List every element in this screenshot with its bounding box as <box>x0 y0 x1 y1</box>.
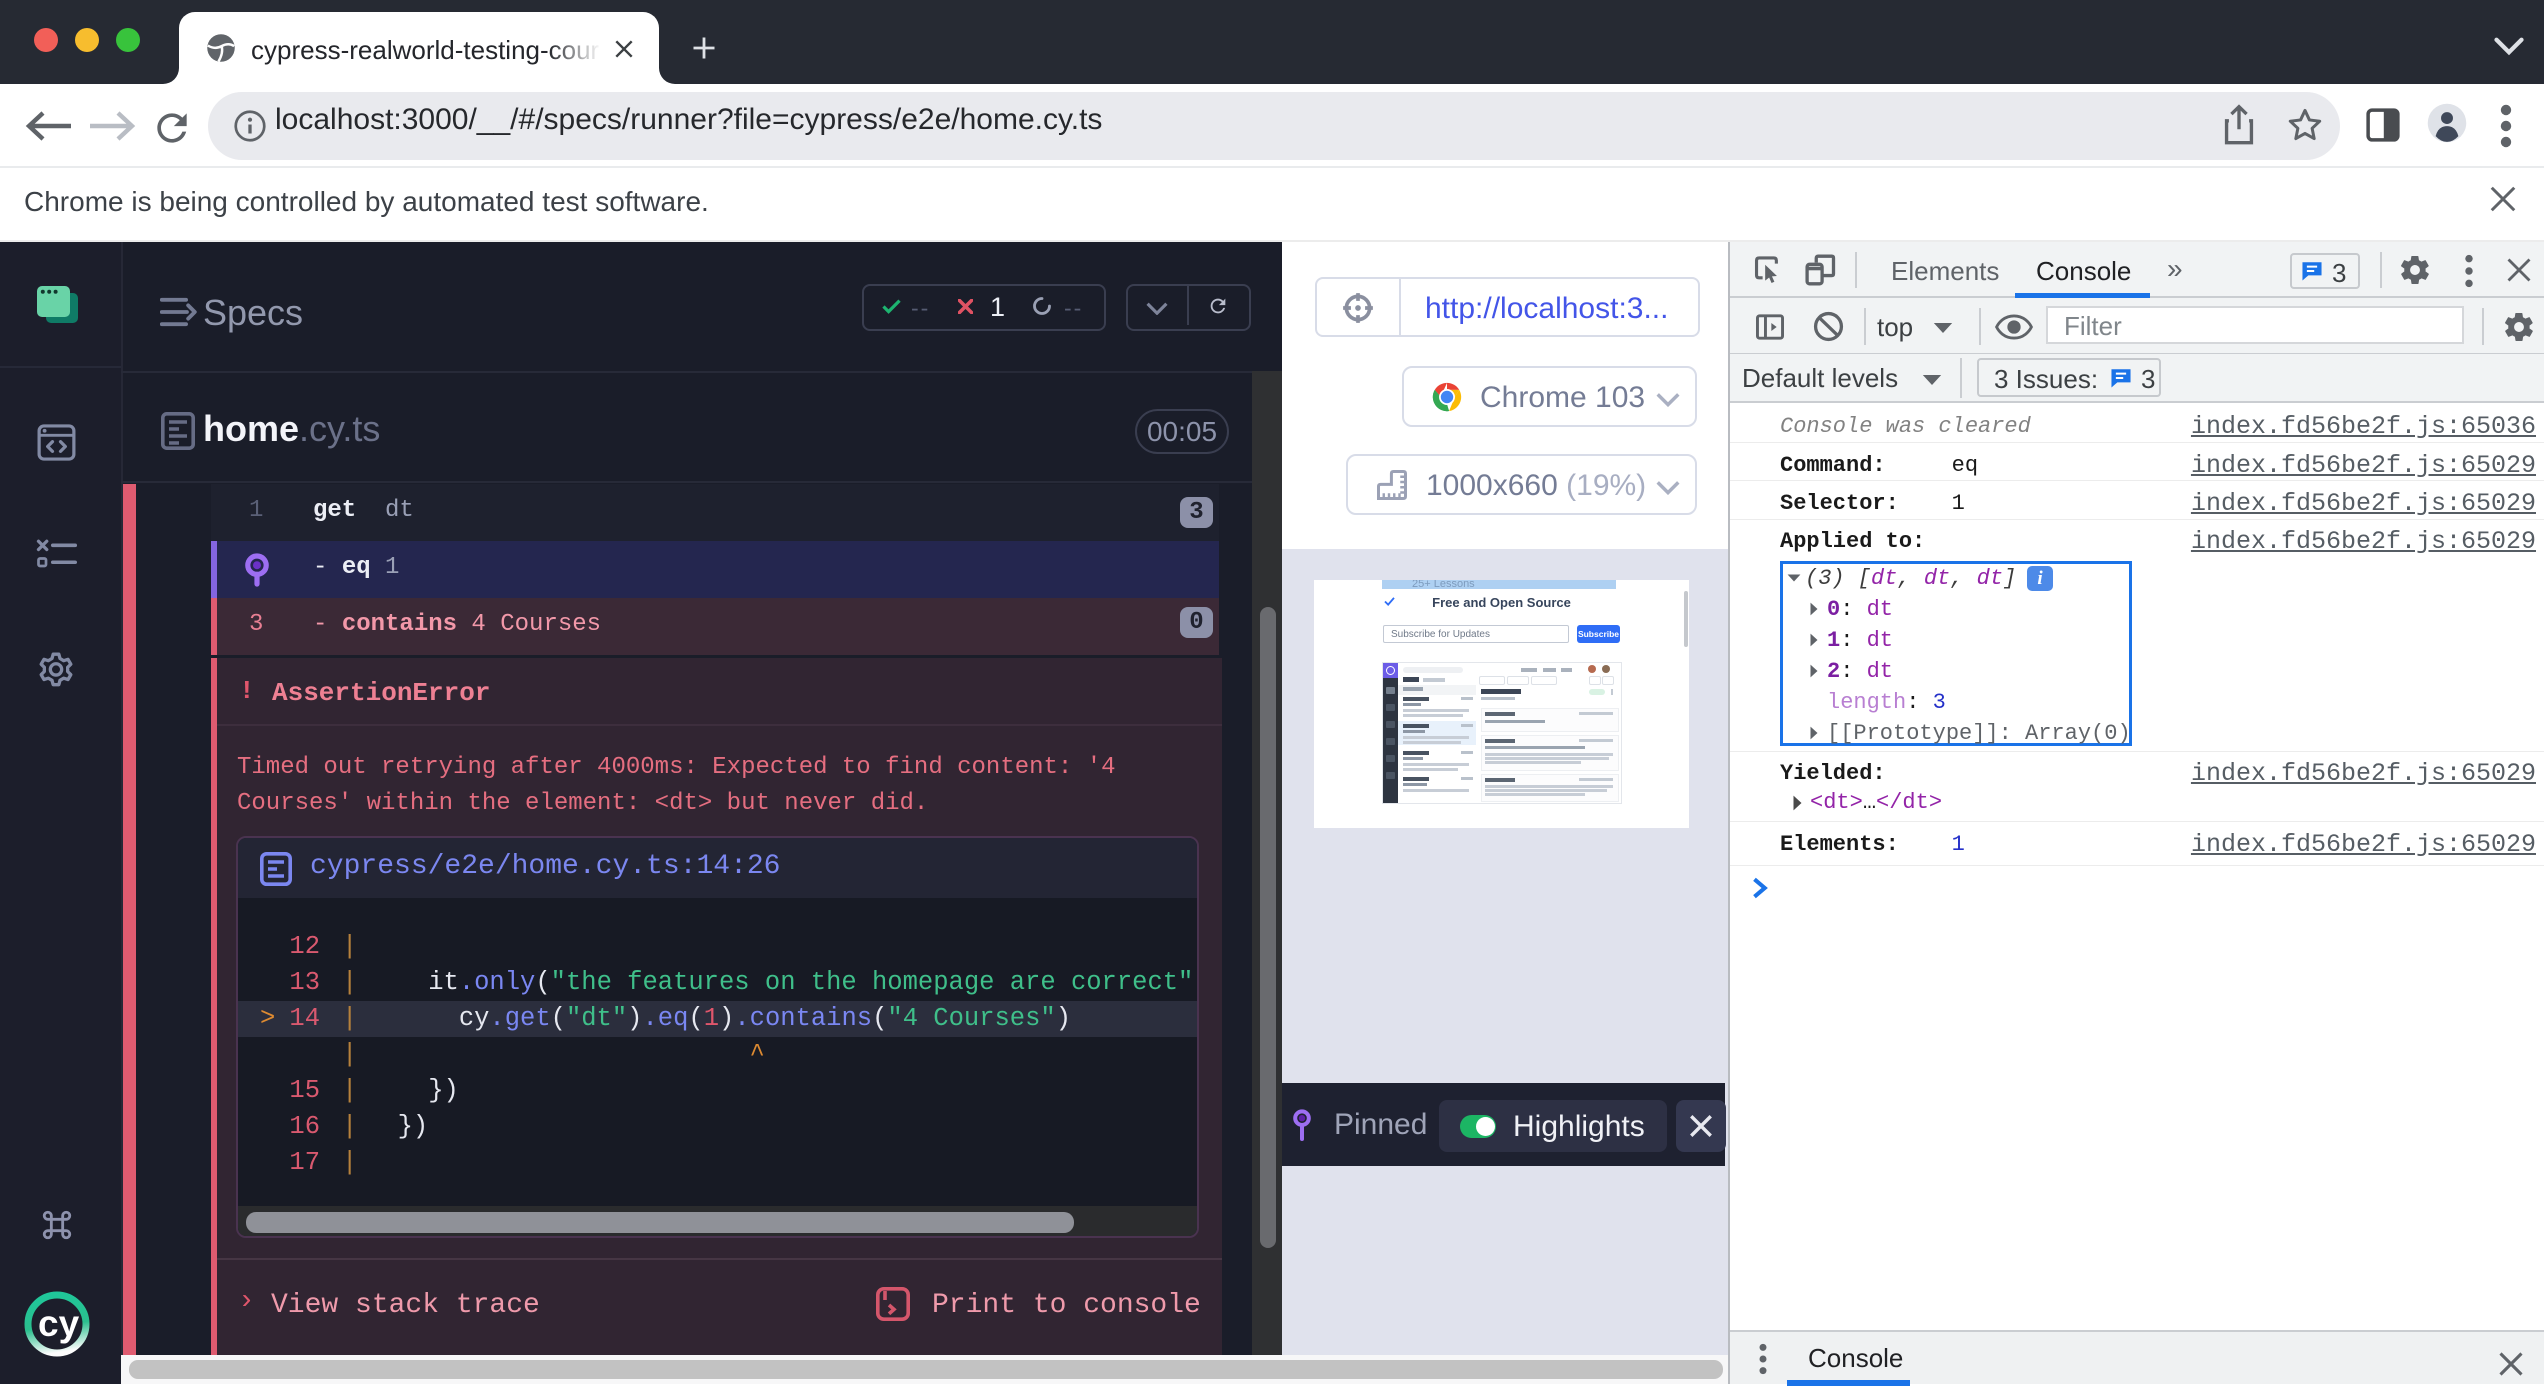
svg-text:cy: cy <box>38 1303 80 1344</box>
